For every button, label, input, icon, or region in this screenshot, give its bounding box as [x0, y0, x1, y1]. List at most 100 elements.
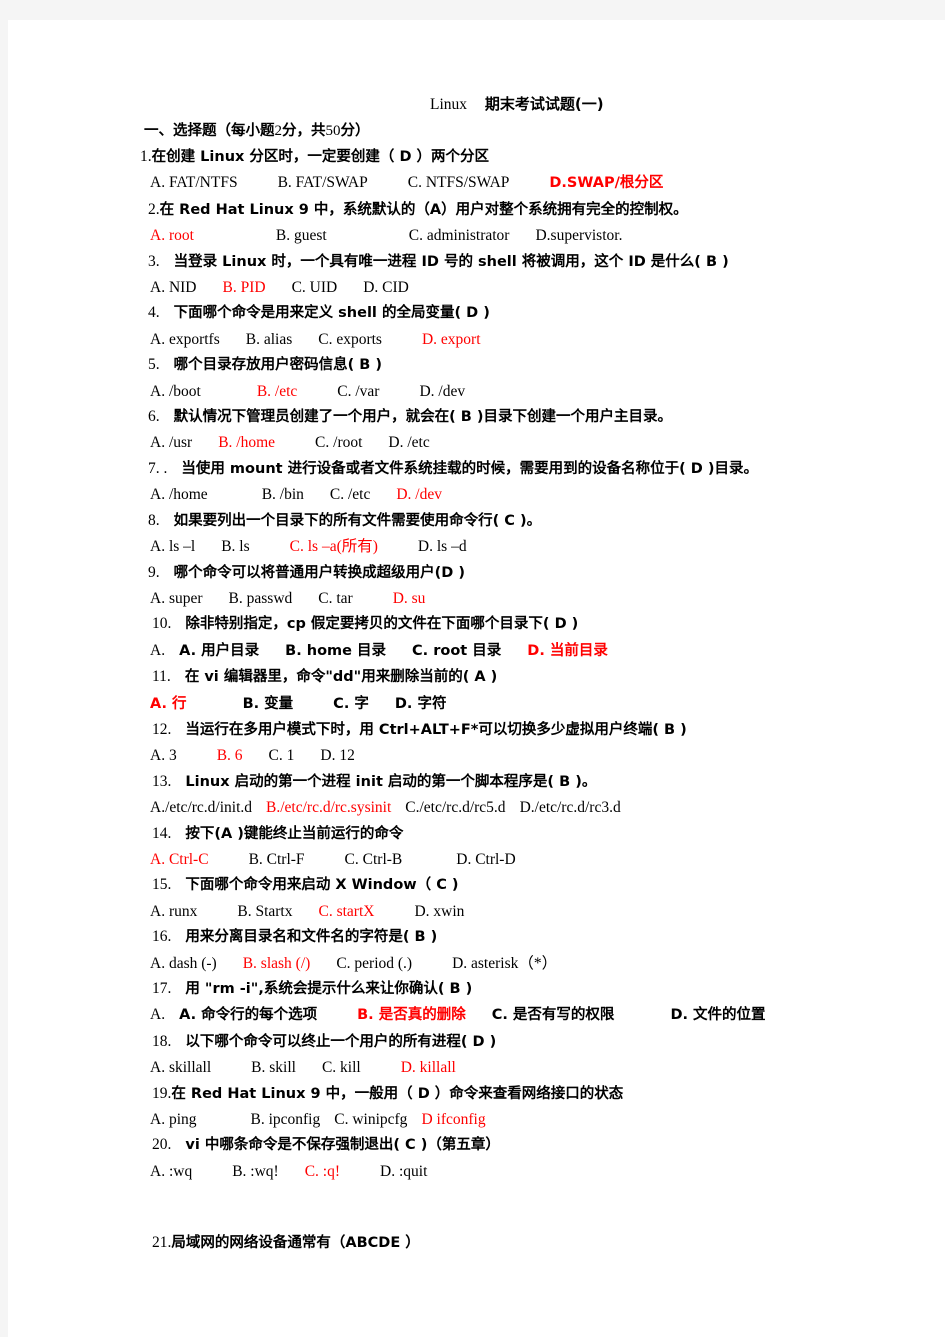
question-number: 14. — [152, 824, 172, 842]
option-c[interactable]: C. 1 — [269, 743, 295, 768]
option-c[interactable]: C. exports — [318, 327, 382, 352]
option-b[interactable]: B. Ctrl-F — [249, 847, 305, 872]
option-d[interactable]: D. 文件的位置 — [670, 1003, 765, 1028]
option-d[interactable]: D. ls –d — [418, 534, 467, 559]
option-b[interactable]: B. ls — [221, 534, 249, 559]
question-stem: 17. 用 "rm -i",系统会提示什么来让你确认( B ) — [140, 976, 925, 1002]
option-c[interactable]: C. winipcfg — [334, 1107, 407, 1132]
option-c[interactable]: C. administrator — [409, 223, 510, 248]
section-heading-cn-3: 分） — [340, 123, 370, 139]
option-b[interactable]: B./etc/rc.d/rc.sysinit — [266, 795, 391, 820]
option-c[interactable]: C. /etc — [330, 482, 370, 507]
option-c[interactable]: C. NTFS/SWAP — [408, 170, 510, 195]
question-options: A. Ctrl-C B. Ctrl-F C. Ctrl-B D. Ctrl-D — [140, 847, 925, 872]
option-b[interactable]: B. alias — [246, 327, 293, 352]
question-text: 当登录 Linux 时，一个具有唯一进程 ID 号的 shell 将被调用，这个… — [173, 253, 729, 270]
option-d[interactable]: D. killall — [401, 1055, 456, 1080]
option-a[interactable]: A. dash (-) — [150, 951, 217, 976]
option-c[interactable]: C. tar — [318, 586, 352, 611]
option-a[interactable]: A. 用户目录 — [179, 639, 259, 664]
option-d[interactable]: D. /dev — [419, 379, 465, 404]
option-d[interactable]: D. 当前目录 — [527, 639, 608, 664]
option-d[interactable]: D. asterisk（*） — [452, 951, 557, 976]
option-c[interactable]: C./etc/rc.d/rc5.d — [405, 795, 505, 820]
question-stem: 1.在创建 Linux 分区时，一定要创建（ D ）两个分区 — [140, 144, 925, 170]
option-d[interactable]: D.SWAP/根分区 — [549, 171, 663, 196]
option-a[interactable]: A. /boot — [150, 379, 201, 404]
option-d[interactable]: D. su — [393, 586, 426, 611]
option-c[interactable]: C. 字 — [333, 692, 369, 717]
question-number: 15. — [152, 876, 172, 894]
option-a[interactable]: A. ping — [150, 1107, 197, 1132]
option-a[interactable]: A. Ctrl-C — [150, 847, 209, 872]
question-stem: 10. 除非特别指定，cp 假定要拷贝的文件在下面哪个目录下( D ) — [140, 611, 925, 637]
question-text: 下面哪个命令用来启动 X Window（ C ) — [185, 877, 459, 894]
option-b[interactable]: B. skill — [251, 1055, 296, 1080]
question-number: 6. — [148, 408, 160, 426]
option-b[interactable]: B. 变量 — [243, 692, 294, 717]
option-a[interactable]: A. /home — [150, 482, 208, 507]
option-a[interactable]: A. 3 — [150, 743, 177, 768]
option-b[interactable]: B. ipconfig — [251, 1107, 321, 1132]
question-number: 21. — [152, 1234, 172, 1252]
option-c[interactable]: C. /root — [315, 430, 362, 455]
option-d[interactable]: D. export — [422, 327, 481, 352]
option-b[interactable]: B. :wq! — [232, 1159, 279, 1184]
option-a[interactable]: A. exportfs — [150, 327, 220, 352]
option-d[interactable]: D ifconfig — [421, 1107, 485, 1132]
option-a[interactable]: A. NID — [150, 275, 197, 300]
option-c[interactable]: C. /var — [337, 379, 379, 404]
option-a[interactable]: A. runx — [150, 899, 197, 924]
section-heading-cn-1: 一、选择题（每小题 — [144, 123, 275, 139]
option-c[interactable]: C. period (.) — [336, 951, 412, 976]
option-c[interactable]: C. Ctrl-B — [345, 847, 403, 872]
option-d[interactable]: D. 12 — [320, 743, 354, 768]
option-b[interactable]: B. home 目录 — [285, 639, 386, 664]
option-b[interactable]: B. slash (/) — [243, 951, 311, 976]
option-a[interactable]: A. 行 — [150, 692, 187, 717]
option-d[interactable]: D.supervistor. — [535, 223, 622, 248]
option-d[interactable]: D. CID — [363, 275, 409, 300]
option-b[interactable]: B. /home — [218, 430, 275, 455]
question-text: 在 Red Hat Linux 9 中，一般用（ D ）命令来查看网络接口的状态 — [171, 1085, 624, 1102]
question-number: 11. — [152, 668, 171, 686]
page-title: Linux 期末考试试题(一) — [140, 92, 925, 117]
option-a[interactable]: A. 命令行的每个选项 — [179, 1003, 317, 1028]
option-b[interactable]: B. Startx — [237, 899, 292, 924]
question-stem: 16. 用来分离目录名和文件名的字符是( B ) — [140, 924, 925, 950]
option-d[interactable]: D. /dev — [396, 482, 442, 507]
option-b[interactable]: B. /etc — [257, 379, 297, 404]
option-c[interactable]: C. UID — [292, 275, 338, 300]
option-b[interactable]: B. passwd — [229, 586, 293, 611]
option-d[interactable]: D. 字符 — [395, 692, 447, 717]
option-a[interactable]: A. FAT/NTFS — [150, 170, 238, 195]
option-a[interactable]: A. ls –l — [150, 534, 195, 559]
option-d[interactable]: D./etc/rc.d/rc3.d — [520, 795, 621, 820]
option-a[interactable]: A./etc/rc.d/init.d — [150, 795, 252, 820]
option-b[interactable]: B. FAT/SWAP — [278, 170, 368, 195]
option-a[interactable]: A. root — [150, 223, 194, 248]
question-options: A. super B. passwd C. tar D. su — [140, 586, 925, 611]
option-b[interactable]: B. guest — [276, 223, 327, 248]
option-c[interactable]: C. 是否有写的权限 — [492, 1003, 615, 1028]
option-a[interactable]: A. /usr — [150, 430, 192, 455]
option-d[interactable]: D. /etc — [388, 430, 429, 455]
option-c[interactable]: C. kill — [322, 1055, 361, 1080]
question-stem: 21.局域网的网络设备通常有（ABCDE ） — [140, 1230, 925, 1256]
page-title-cn: 期末考试试题(一) — [484, 95, 604, 113]
option-c[interactable]: C. ls –a(所有) — [290, 534, 378, 559]
section-heading: 一、选择题（每小题2分，共50分） — [140, 117, 925, 144]
option-b[interactable]: B. /bin — [262, 482, 304, 507]
option-c[interactable]: C. root 目录 — [412, 639, 501, 664]
option-a[interactable]: A. skillall — [150, 1055, 211, 1080]
option-d[interactable]: D. Ctrl-D — [456, 847, 515, 872]
option-b[interactable]: B. 是否真的删除 — [357, 1003, 466, 1028]
option-a[interactable]: A. super — [150, 586, 203, 611]
option-b[interactable]: B. PID — [223, 275, 266, 300]
option-d[interactable]: D. :quit — [380, 1159, 427, 1184]
option-d[interactable]: D. xwin — [414, 899, 464, 924]
option-a[interactable]: A. :wq — [150, 1159, 192, 1184]
option-b[interactable]: B. 6 — [217, 743, 243, 768]
option-c[interactable]: C. :q! — [305, 1159, 340, 1184]
option-c[interactable]: C. startX — [318, 899, 374, 924]
